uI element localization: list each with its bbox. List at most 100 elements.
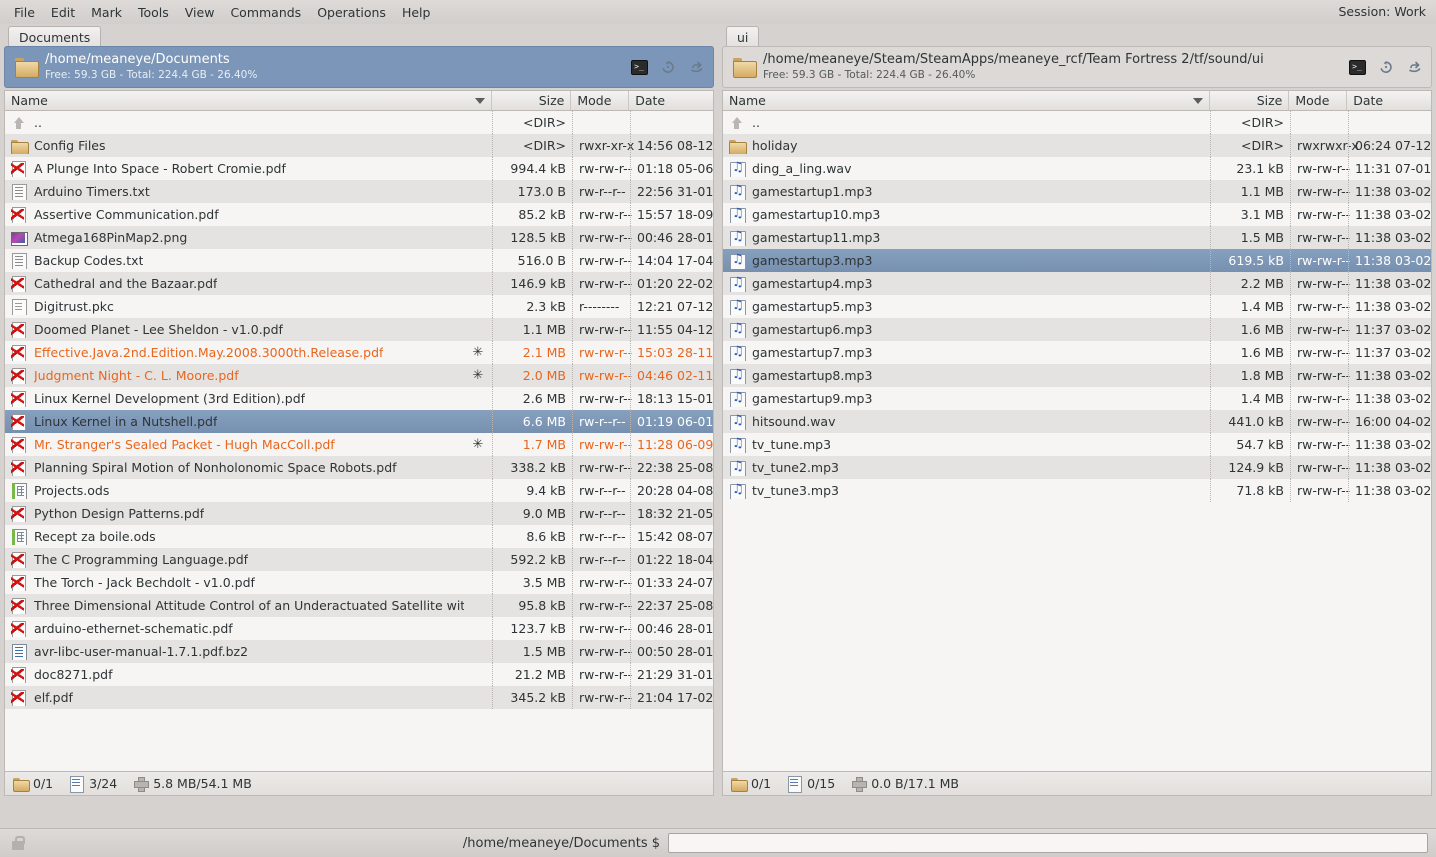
table-row[interactable]: arduino-ethernet-schematic.pdf 123.7 kB rw… — [5, 617, 713, 640]
table-row[interactable]: The C Programming Language.pdf 592.2 kB rw… — [5, 548, 713, 571]
menu-file[interactable]: File — [6, 2, 43, 23]
column-header-size[interactable]: Size — [490, 91, 571, 110]
table-row[interactable]: The Torch - Jack Bechdolt - v1.0.pdf 3.5 … — [5, 571, 713, 594]
pdf-icon — [11, 597, 27, 614]
history-icon[interactable] — [658, 57, 678, 77]
cell-date: 20:28 04-08-11 — [630, 479, 713, 502]
table-row[interactable]: Projects.ods 9.4 kBrw-r--r--20:28 04-08-1… — [5, 479, 713, 502]
table-row[interactable]: Linux Kernel Development (3rd Edition).p… — [5, 387, 713, 410]
command-input[interactable] — [668, 833, 1428, 853]
audio-icon — [729, 483, 746, 499]
cell-size: 2.1 MB — [492, 341, 572, 364]
table-row[interactable]: gamestartup3.mp3 619.5 kBrw-rw-r--11:38 0… — [723, 249, 1431, 272]
table-row[interactable]: gamestartup6.mp3 1.6 MBrw-rw-r--11:37 03-… — [723, 318, 1431, 341]
table-row[interactable]: .. <DIR> — [723, 111, 1431, 134]
column-header-date[interactable]: Date — [628, 91, 713, 110]
file-name: Linux Kernel Development (3rd Edition).p… — [34, 391, 306, 406]
pdf-icon — [11, 413, 27, 430]
table-row[interactable]: Effective.Java.2nd.Edition.May.2008.3000… — [5, 341, 713, 364]
menu-view[interactable]: View — [177, 2, 223, 23]
table-row[interactable]: Backup Codes.txt 516.0 Brw-rw-r-- 14:04 17… — [5, 249, 713, 272]
bookmark-icon[interactable] — [687, 57, 707, 77]
table-row[interactable]: Arduino Timers.txt 173.0 Brw-r--r-- 22:56 … — [5, 180, 713, 203]
table-row[interactable]: Recept za boile.ods 8.6 kB rw-r--r-- 15:42 … — [5, 525, 713, 548]
folder-icon — [13, 776, 30, 792]
table-row[interactable]: Doomed Planet - Lee Sheldon - v1.0.pdf 1.… — [5, 318, 713, 341]
column-header-size[interactable]: Size — [1208, 91, 1289, 110]
table-row[interactable]: Assertive Communication.pdf 85.2 kB rw-rw-… — [5, 203, 713, 226]
cell-size: 9.0 MB — [492, 502, 572, 525]
table-row[interactable]: Config Files <DIR>rwxr-xr-x14:56 08-12-12 — [5, 134, 713, 157]
cell-name: elf.pdf — [5, 689, 464, 706]
cell-size: 9.4 kB — [492, 479, 572, 502]
right-dir-count: 0/1 — [731, 776, 771, 792]
column-header-date[interactable]: Date — [1346, 91, 1431, 110]
pdf-icon — [11, 459, 27, 476]
cell-mode: rw-r--r-- — [572, 410, 630, 433]
file-name: gamestartup6.mp3 — [752, 322, 873, 337]
tab-ui[interactable]: ui — [726, 26, 760, 46]
cell-mode — [572, 111, 630, 134]
menu-commands[interactable]: Commands — [222, 2, 309, 23]
folder-icon — [11, 138, 29, 154]
cell-size: 23.1 kB — [1210, 157, 1290, 180]
table-row[interactable]: Python Design Patterns.pdf 9.0 MB rw-r--r-… — [5, 502, 713, 525]
cell-name: .. — [723, 115, 1182, 131]
bookmark-icon[interactable] — [1405, 57, 1425, 77]
table-row[interactable]: Judgment Night - C. L. Moore.pdf ✳ 2.0 MB r… — [5, 364, 713, 387]
column-header-mode[interactable]: Mode — [1288, 91, 1346, 110]
history-icon[interactable] — [1376, 57, 1396, 77]
table-row[interactable]: Cathedral and the Bazaar.pdf 146.9 kB rw-r… — [5, 272, 713, 295]
cell-mode: rw-rw-r-- — [1290, 157, 1350, 180]
file-name: Cathedral and the Bazaar.pdf — [34, 276, 218, 291]
table-row[interactable]: gamestartup1.mp3 1.1 MBrw-rw-r--11:38 03-… — [723, 180, 1431, 203]
file-name: Config Files — [34, 138, 106, 153]
table-row[interactable]: Atmega168PinMap2.png 128.5 kB rw-rw-r-- 00:… — [5, 226, 713, 249]
menu-help[interactable]: Help — [394, 2, 439, 23]
cell-mode: rw-rw-r-- — [572, 341, 632, 364]
cell-size: 8.6 kB — [492, 525, 572, 548]
table-row[interactable]: ding_a_ling.wav 23.1 kBrw-rw-r--11:31 07-… — [723, 157, 1431, 180]
left-file-list[interactable]: .. <DIR> Config Files <DIR> rwxr-xr-x 14:56 0… — [4, 111, 714, 772]
table-row[interactable]: gamestartup10.mp3 3.1 MBrw-rw-r--11:38 03… — [723, 203, 1431, 226]
table-row[interactable]: .. <DIR> — [5, 111, 713, 134]
table-row[interactable]: gamestartup7.mp3 1.6 MBrw-rw-r--11:37 03-… — [723, 341, 1431, 364]
menu-edit[interactable]: Edit — [43, 2, 83, 23]
table-row[interactable]: gamestartup5.mp3 1.4 MBrw-rw-r--11:38 03-… — [723, 295, 1431, 318]
cell-size: <DIR> — [492, 111, 572, 134]
table-row[interactable]: doc8271.pdf 21.2 MBrw-rw-r--21:29 31-01-1… — [5, 663, 713, 686]
table-row[interactable]: gamestartup9.mp3 1.4 MBrw-rw-r--11:38 03-… — [723, 387, 1431, 410]
table-row[interactable]: avr-libc-user-manual-1.7.1.pdf.bz2 1.5 MB… — [5, 640, 713, 663]
terminal-icon[interactable]: >_ — [1347, 57, 1367, 77]
table-row[interactable]: Planning Spiral Motion of Nonholonomic S… — [5, 456, 713, 479]
right-byte-count: 0.0 B/17.1 MB — [851, 776, 959, 792]
table-row[interactable]: Three Dimensional Attitude Control of an… — [5, 594, 713, 617]
menu-operations[interactable]: Operations — [309, 2, 394, 23]
table-row[interactable]: hitsound.wav 441.0 kBrw-rw-r--16:00 04-02… — [723, 410, 1431, 433]
tab-documents[interactable]: Documents — [8, 26, 102, 46]
table-row[interactable]: Digitrust.pkc 2.3 kBr--------12:21 07-12-… — [5, 295, 713, 318]
table-row[interactable]: gamestartup8.mp3 1.8 MBrw-rw-r--11:38 03-… — [723, 364, 1431, 387]
file-name: arduino-ethernet-schematic.pdf — [34, 621, 233, 636]
menu-tools[interactable]: Tools — [130, 2, 177, 23]
table-row[interactable]: gamestartup11.mp3 1.5 MBrw-rw-r--11:38 03… — [723, 226, 1431, 249]
left-pathbar[interactable]: /home/meaneye/Documents Free: 59.3 GB - … — [4, 46, 714, 88]
table-row[interactable]: A Plunge Into Space - Robert Cromie.pdf 9… — [5, 157, 713, 180]
right-pathbar[interactable]: /home/meaneye/Steam/SteamApps/meaneye_rc… — [722, 46, 1432, 88]
table-row[interactable]: gamestartup4.mp3 2.2 MBrw-rw-r--11:38 03-… — [723, 272, 1431, 295]
column-header-name[interactable]: Name — [723, 91, 1209, 110]
table-row[interactable]: tv_tune3.mp3 71.8 kBrw-rw-r--11:38 03-02-… — [723, 479, 1431, 502]
terminal-icon[interactable]: >_ — [629, 57, 649, 77]
table-row[interactable]: tv_tune.mp3 54.7 kBrw-rw-r--11:38 03-02-1… — [723, 433, 1431, 456]
column-header-mode[interactable]: Mode — [570, 91, 628, 110]
menu-mark[interactable]: Mark — [83, 2, 130, 23]
sort-descending-icon — [474, 97, 485, 104]
table-row[interactable]: holiday <DIR>rwxrwxr-x06:24 07-12-12 — [723, 134, 1431, 157]
table-row[interactable]: tv_tune2.mp3 124.9 kBrw-rw-r--11:38 03-02… — [723, 456, 1431, 479]
table-row[interactable]: Linux Kernel in a Nutshell.pdf 6.6 MB rw-r… — [5, 410, 713, 433]
column-header-name[interactable]: Name — [5, 91, 491, 110]
table-row[interactable]: elf.pdf 345.2 kBrw-rw-r--21:04 17-02-12 — [5, 686, 713, 709]
right-file-list[interactable]: .. <DIR> holiday <DIR>rwxrwxr-x06:24 07-12-… — [722, 111, 1432, 772]
cell-date: 21:29 31-01-12 — [630, 663, 713, 686]
table-row[interactable]: Mr. Stranger's Sealed Packet - Hugh MacC… — [5, 433, 713, 456]
